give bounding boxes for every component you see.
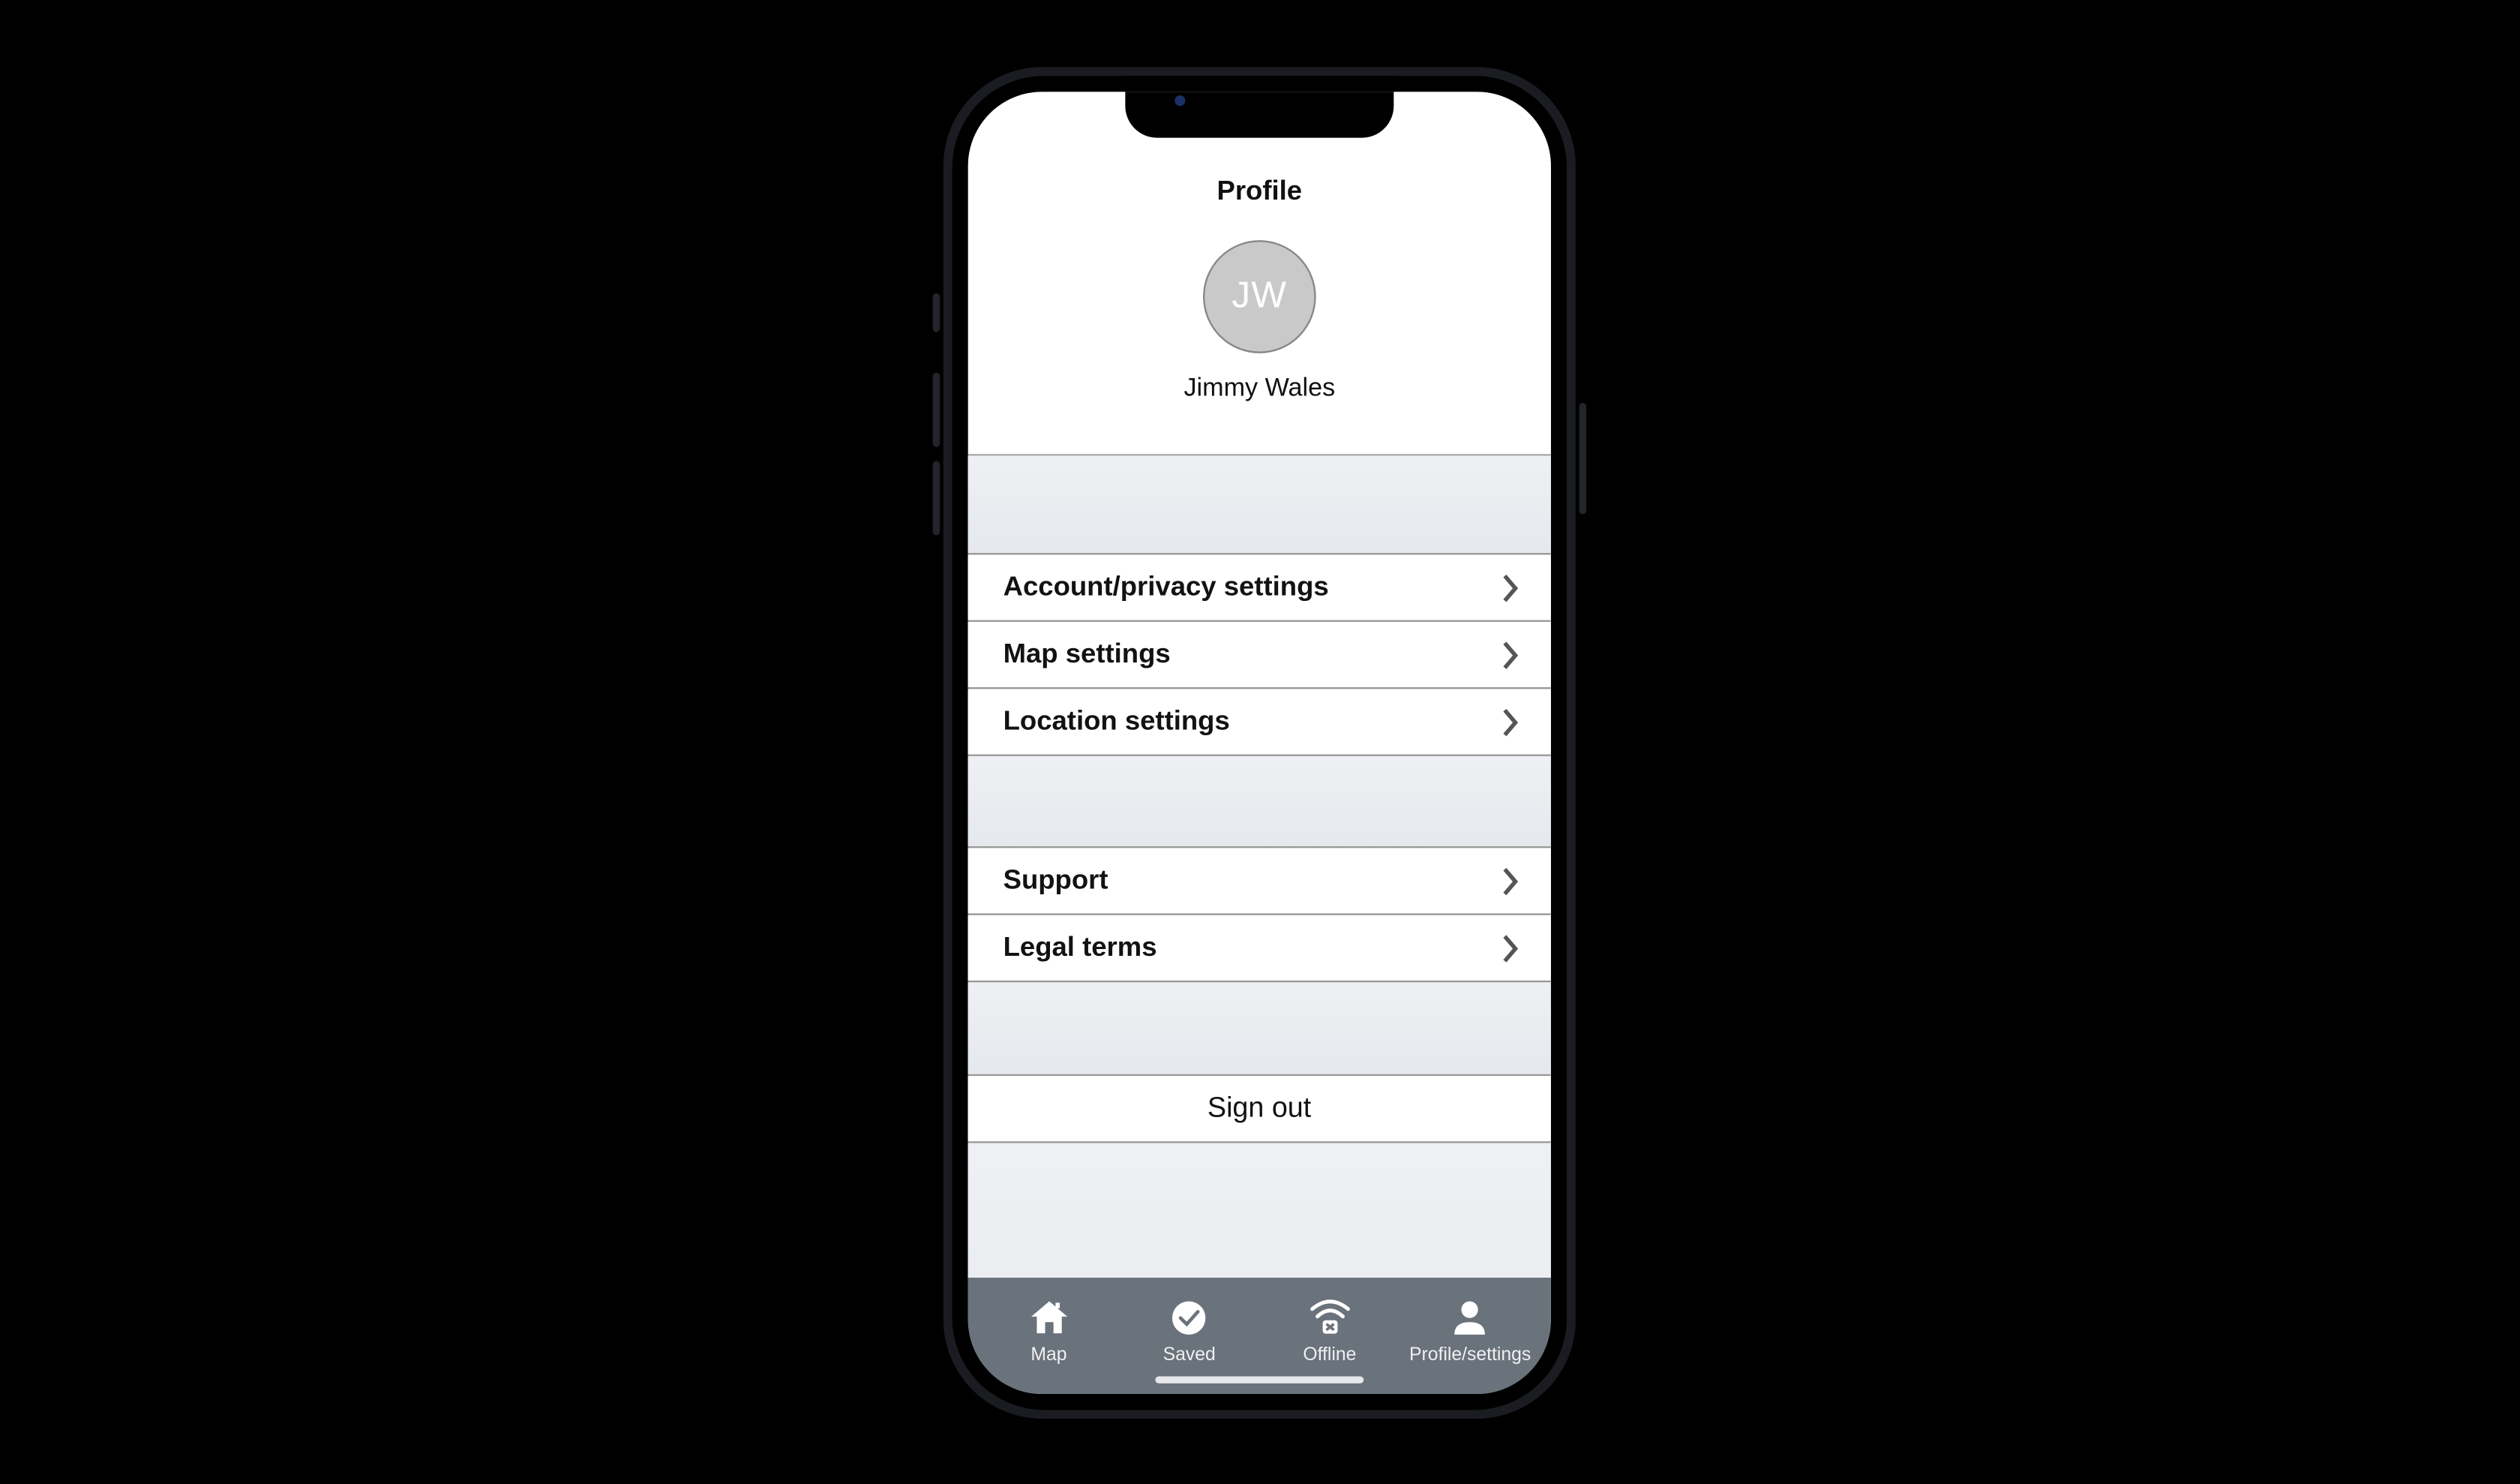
tab-offline[interactable]: Offline [1259,1288,1400,1377]
row-location-settings[interactable]: Location settings [968,687,1550,756]
row-legal-terms[interactable]: Legal terms [968,913,1550,982]
avatar-initials: JW [1232,275,1287,318]
screen: Profile JW Jimmy Wales Account/privacy s… [968,92,1550,1394]
row-label: Legal terms [1003,932,1156,963]
volume-up-button[interactable] [932,373,939,447]
chevron-right-icon [1501,867,1519,895]
chevron-right-icon [1501,573,1519,602]
settings-list: Account/privacy settings Map settings Lo… [968,455,1550,1277]
tab-label: Profile/settings [1409,1344,1531,1365]
wifi-off-icon [1306,1299,1352,1338]
volume-down-button[interactable] [932,461,939,536]
power-button[interactable] [1579,403,1586,514]
sign-out-button[interactable]: Sign out [968,1074,1550,1143]
phone-frame: Profile JW Jimmy Wales Account/privacy s… [940,64,1580,1422]
row-support[interactable]: Support [968,846,1550,915]
tab-label: Offline [1303,1344,1356,1365]
row-map-settings[interactable]: Map settings [968,620,1550,689]
chevron-right-icon [1501,707,1519,736]
check-circle-icon [1166,1299,1212,1338]
home-indicator [1155,1376,1364,1383]
row-label: Support [1003,865,1108,897]
sign-out-label: Sign out [1208,1092,1311,1124]
row-label: Account/privacy settings [1003,572,1328,603]
avatar[interactable]: JW [1202,240,1316,353]
tab-label: Saved [1162,1344,1215,1365]
mute-switch[interactable] [932,293,939,332]
tab-map[interactable]: Map [978,1288,1118,1377]
profile-header: Profile JW Jimmy Wales [968,92,1550,455]
tab-label: Map [1030,1344,1066,1365]
chevron-right-icon [1501,934,1519,963]
row-label: Map settings [1003,638,1170,670]
home-icon [1025,1299,1071,1338]
user-display-name: Jimmy Wales [968,374,1550,403]
row-label: Location settings [1003,706,1229,737]
tab-saved[interactable]: Saved [1119,1288,1259,1377]
person-icon [1447,1299,1492,1338]
tab-profile-settings[interactable]: Profile/settings [1400,1288,1540,1377]
row-account-privacy[interactable]: Account/privacy settings [968,553,1550,622]
page-title: Profile [968,176,1550,208]
chevron-right-icon [1501,641,1519,669]
